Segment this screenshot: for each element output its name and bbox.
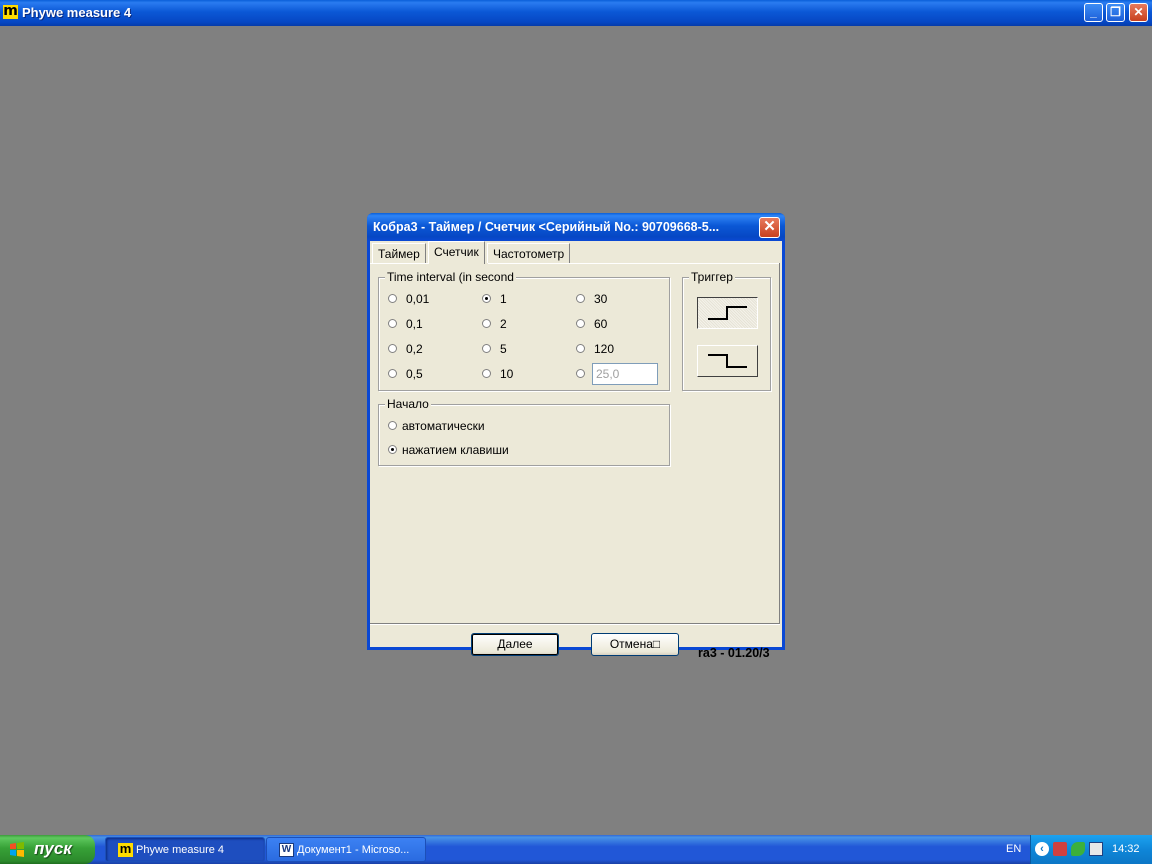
interval-option-2[interactable]: 2 [482, 317, 507, 333]
radio-icon [576, 319, 585, 329]
interval-option-10[interactable]: 10 [482, 367, 513, 383]
timer-counter-dialog: Кобра3 - Таймер / Счетчик <Серийный No.:… [367, 213, 785, 660]
radio-icon [482, 319, 491, 329]
start-automatic-option[interactable]: автоматически [388, 419, 485, 435]
cancel-button[interactable]: Отмена□ [591, 633, 679, 656]
version-label: ra3 - 01.20/3 [698, 646, 770, 660]
next-button[interactable]: Далее [471, 633, 559, 656]
radio-icon [576, 294, 585, 304]
interval-option-0-01[interactable]: 0,01 [388, 292, 429, 308]
close-icon: ✕ [763, 218, 776, 235]
close-icon: ✕ [1133, 5, 1144, 19]
start-group-title: Начало [385, 397, 431, 411]
radio-label: 30 [594, 292, 608, 306]
time-interval-group: Time interval (in second 0,01 1 30 0,1 2… [378, 270, 670, 391]
tab-timer[interactable]: Таймер [372, 243, 426, 263]
tab-counter[interactable]: Счетчик [428, 241, 485, 264]
task-word-document[interactable]: W Документ1 - Microso... [266, 837, 426, 862]
app-title: Phywe measure 4 [22, 5, 132, 20]
interval-option-1[interactable]: 1 [482, 292, 507, 308]
clock[interactable]: 14:32 [1112, 843, 1140, 855]
radio-label: 0,1 [406, 317, 423, 331]
taskbar: пуск m Phywe measure 4 W Документ1 - Mic… [0, 835, 1152, 864]
interval-option-0-5[interactable]: 0,5 [388, 367, 423, 383]
interval-option-60[interactable]: 60 [576, 317, 607, 333]
radio-icon [482, 344, 491, 354]
cancel-button-label: Отмена [609, 637, 653, 651]
radio-label: 120 [594, 342, 615, 356]
minimize-icon: _ [1090, 5, 1097, 19]
radio-icon [482, 369, 491, 379]
radio-label: 0,01 [406, 292, 430, 306]
radio-label: 60 [594, 317, 608, 331]
task-label: Документ1 - Microso... [297, 844, 410, 856]
interval-option-5[interactable]: 5 [482, 342, 507, 358]
time-interval-group-title: Time interval (in second [385, 270, 516, 284]
radio-icon [388, 369, 397, 379]
restore-icon: ❐ [1110, 5, 1121, 19]
radio-icon [388, 294, 397, 304]
cancel-suffix-glyph: □ [652, 637, 661, 651]
tray-expand-icon[interactable]: ‹ [1035, 842, 1049, 856]
bottom-separator [370, 623, 780, 625]
start-button[interactable]: пуск [0, 835, 95, 864]
counter-tab-panel: Time interval (in second 0,01 1 30 0,1 2… [370, 263, 780, 625]
language-indicator[interactable]: EN [1006, 843, 1021, 855]
interval-option-120[interactable]: 120 [576, 342, 614, 358]
radio-icon [388, 344, 397, 354]
radio-label: 10 [500, 367, 514, 381]
security-icon[interactable] [1071, 842, 1085, 856]
radio-label: 5 [500, 342, 507, 356]
radio-icon [576, 344, 585, 354]
word-document-icon: W [279, 843, 294, 857]
radio-label: 1 [500, 292, 507, 306]
minimize-button[interactable]: _ [1084, 3, 1103, 22]
radio-label: 2 [500, 317, 507, 331]
custom-interval-input[interactable] [592, 363, 658, 385]
radio-label: 0,5 [406, 367, 423, 381]
network-icon[interactable] [1053, 842, 1067, 856]
rising-edge-icon [708, 306, 747, 320]
radio-selected-icon [388, 445, 397, 455]
radio-icon [576, 369, 585, 379]
trigger-falling-edge-button[interactable] [697, 345, 758, 377]
app-logo-icon: m [3, 3, 18, 19]
radio-label: 0,2 [406, 342, 423, 356]
dialog-close-button[interactable]: ✕ [759, 217, 780, 238]
start-group: Начало автоматически нажатием клавиши [378, 397, 670, 466]
dialog-titlebar[interactable]: Кобра3 - Таймер / Счетчик <Серийный No.:… [367, 213, 785, 241]
app-titlebar[interactable]: m Phywe measure 4 _ ❐ ✕ [0, 0, 1152, 26]
radio-icon [388, 421, 397, 431]
next-button-label: Далее [497, 637, 533, 651]
start-label: пуск [34, 839, 72, 858]
radio-selected-icon [482, 294, 491, 304]
phywe-app-icon: m [118, 841, 133, 857]
radio-label: автоматически [402, 419, 485, 433]
dialog-title: Кобра3 - Таймер / Счетчик <Серийный No.:… [373, 220, 720, 234]
radio-label: нажатием клавиши [402, 443, 509, 457]
radio-icon [388, 319, 397, 329]
interval-option-30[interactable]: 30 [576, 292, 607, 308]
interval-option-0-2[interactable]: 0,2 [388, 342, 423, 358]
dialog-body: Таймер Счетчик Частотометр Time interval… [370, 241, 782, 660]
trigger-rising-edge-button[interactable] [697, 297, 758, 329]
start-keypress-option[interactable]: нажатием клавиши [388, 443, 509, 459]
trigger-group: Триггер [682, 270, 771, 391]
windows-logo-icon [10, 842, 24, 857]
app-close-button[interactable]: ✕ [1129, 3, 1148, 22]
trigger-group-title: Триггер [689, 270, 735, 284]
task-phywe-measure[interactable]: m Phywe measure 4 [105, 837, 265, 862]
restore-button[interactable]: ❐ [1106, 3, 1125, 22]
falling-edge-icon [708, 354, 747, 368]
tab-frequency[interactable]: Частотометр [487, 243, 571, 263]
interval-option-0-1[interactable]: 0,1 [388, 317, 423, 333]
task-label: Phywe measure 4 [136, 844, 225, 856]
monitor-icon[interactable] [1089, 842, 1103, 856]
